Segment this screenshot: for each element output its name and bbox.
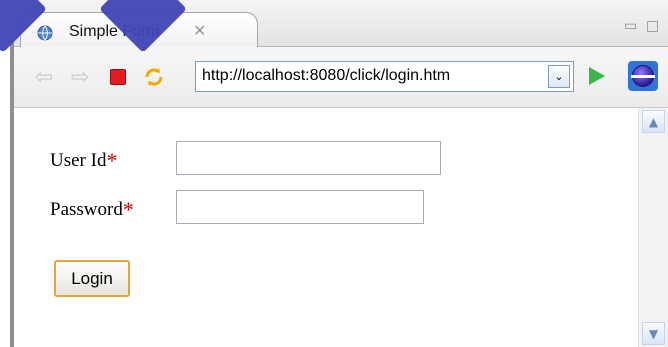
- login-button[interactable]: Login: [54, 260, 130, 297]
- url-combobox[interactable]: http://localhost:8080/click/login.htm ⌄: [195, 61, 574, 92]
- password-text: Password: [50, 199, 123, 220]
- eclipse-icon[interactable]: [628, 61, 658, 91]
- url-input[interactable]: http://localhost:8080/click/login.htm: [202, 67, 450, 85]
- go-icon[interactable]: [589, 67, 605, 85]
- required-marker: *: [122, 197, 134, 222]
- browser-toolbar: ⇦ ⇨ http://localhost:8080/click/login.ht…: [14, 47, 668, 108]
- forward-icon[interactable]: ⇨: [68, 65, 92, 90]
- vertical-scrollbar[interactable]: ▲ ▼: [638, 108, 668, 347]
- globe-icon: [37, 25, 53, 41]
- maximize-icon[interactable]: □: [646, 18, 659, 34]
- scroll-up-icon[interactable]: ▲: [642, 110, 665, 133]
- close-icon[interactable]: ✕: [193, 21, 206, 40]
- user-id-text: User Id: [50, 150, 107, 171]
- minimize-icon[interactable]: ▭: [624, 18, 637, 34]
- scroll-down-icon[interactable]: ▼: [642, 322, 665, 345]
- stop-icon[interactable]: [106, 65, 130, 89]
- refresh-icon[interactable]: [142, 65, 166, 89]
- chevron-down-icon[interactable]: ⌄: [548, 65, 570, 88]
- user-id-input[interactable]: [176, 141, 441, 175]
- back-icon[interactable]: ⇦: [32, 65, 56, 90]
- browser-content: User Id* Password* Login: [14, 108, 638, 347]
- user-id-label: User Id*: [50, 148, 117, 174]
- password-label: Password*: [50, 197, 134, 223]
- password-input[interactable]: [176, 190, 424, 224]
- required-marker: *: [106, 148, 118, 173]
